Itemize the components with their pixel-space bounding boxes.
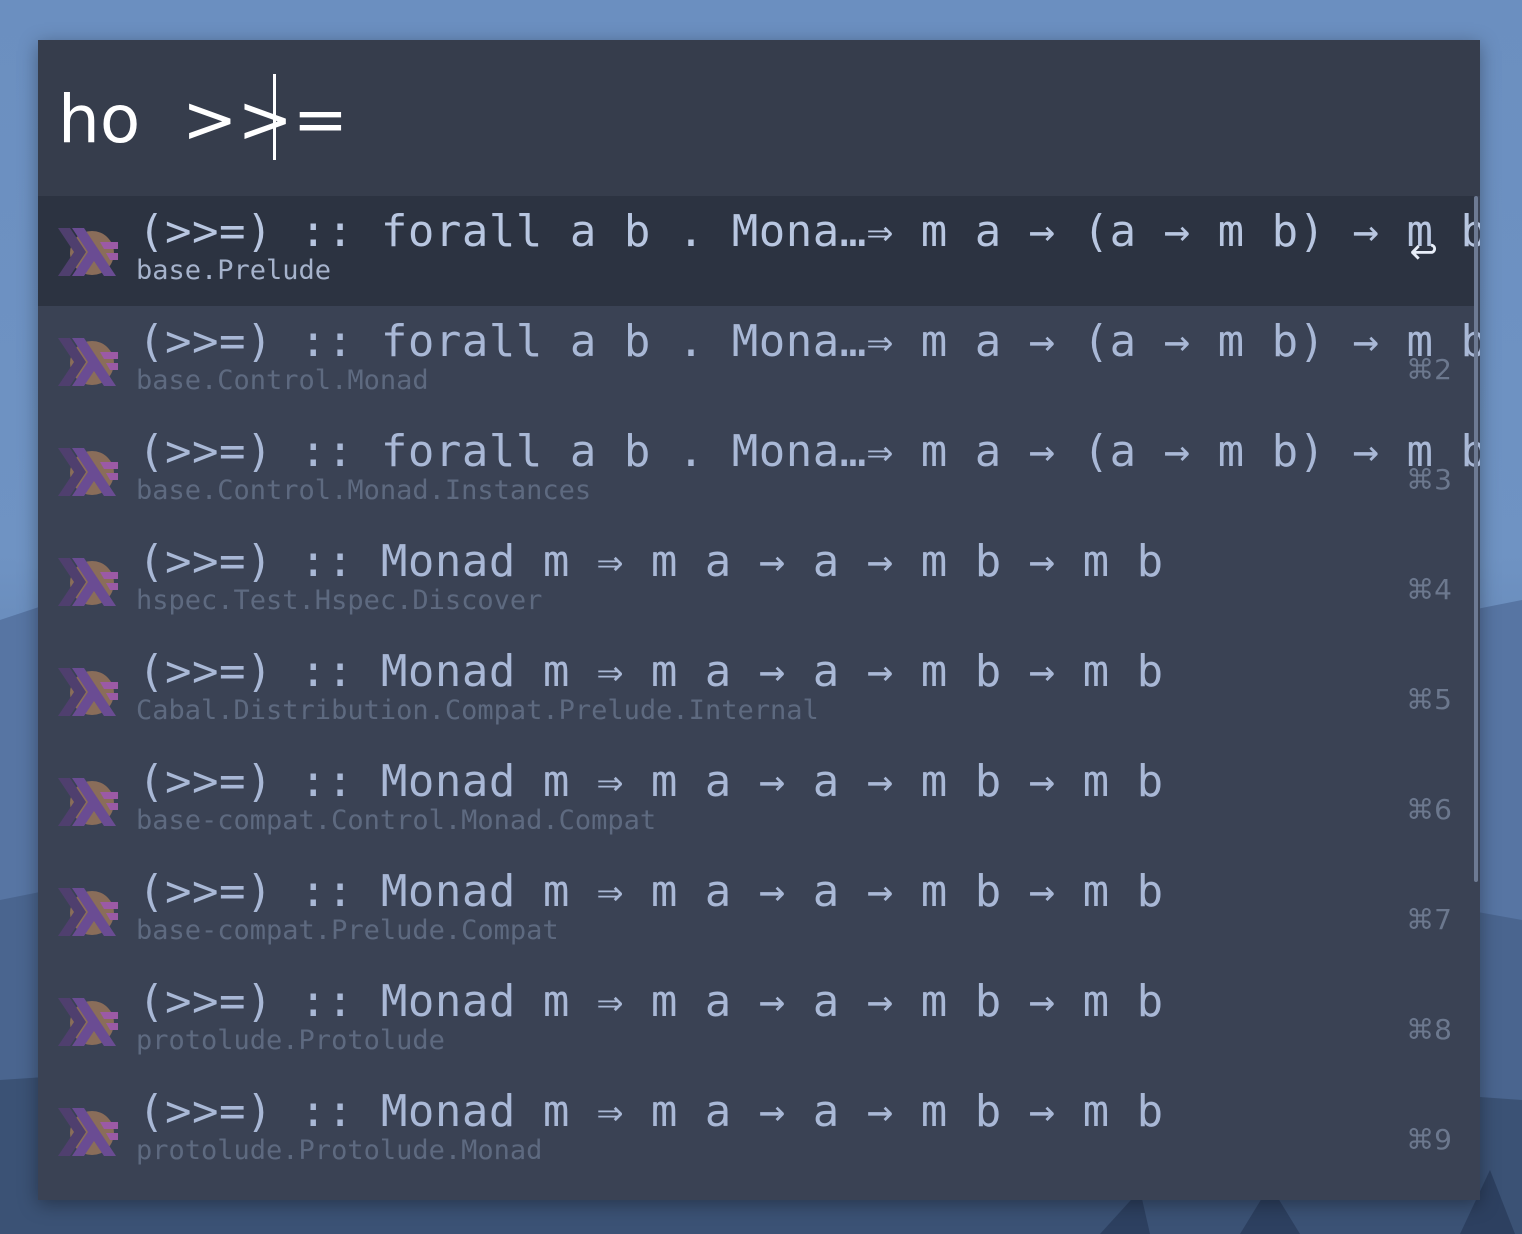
result-signature: (>>=) :: Monad m ⇒ m a → a → m b → m b [138,1086,1164,1137]
result-shortcut: ⌘2 [1406,353,1452,386]
result-shortcut: ⌘8 [1406,1013,1452,1046]
result-module: base-compat.Prelude.Compat [136,915,559,946]
result-row-4[interactable]: (>>=) :: Monad m ⇒ m a → a → m b → m b h… [38,526,1476,636]
result-signature: (>>=) :: forall a b . Mona…⇒ m a → (a → … [138,206,1480,257]
result-module: base.Control.Monad [136,365,429,396]
result-row-8[interactable]: (>>=) :: Monad m ⇒ m a → a → m b → m b p… [38,966,1476,1076]
result-shortcut: ⌘4 [1406,573,1452,606]
haskell-logo-icon [58,338,118,386]
search-bar[interactable]: ho >>= [38,40,1480,196]
result-module: protolude.Protolude.Monad [136,1135,543,1166]
haskell-logo-icon [58,228,118,276]
results-scrollbar[interactable] [1474,196,1478,882]
result-row-2[interactable]: (>>=) :: forall a b . Mona…⇒ m a → (a → … [38,306,1480,416]
result-signature: (>>=) :: forall a b . Mona…⇒ m a → (a → … [138,426,1480,477]
result-module: base.Control.Monad.Instances [136,475,592,506]
search-input[interactable]: ho >>= [58,78,348,162]
result-shortcut: ⌘5 [1406,683,1452,716]
result-signature: (>>=) :: Monad m ⇒ m a → a → m b → m b [138,976,1164,1027]
result-shortcut: ⌘7 [1406,903,1452,936]
result-row-9[interactable]: (>>=) :: Monad m ⇒ m a → a → m b → m b p… [38,1076,1476,1186]
result-signature: (>>=) :: Monad m ⇒ m a → a → m b → m b [138,536,1164,587]
result-module: base-compat.Control.Monad.Compat [136,805,657,836]
haskell-logo-icon [58,888,118,936]
text-caret [273,74,276,160]
haskell-logo-icon [58,998,118,1046]
results-list: (>>=) :: forall a b . Mona…⇒ m a → (a → … [38,196,1480,1200]
haskell-logo-icon [58,1108,118,1156]
result-signature: (>>=) :: Monad m ⇒ m a → a → m b → m b [138,866,1164,917]
result-signature: (>>=) :: Monad m ⇒ m a → a → m b → m b [138,646,1164,697]
haskell-logo-icon [58,668,118,716]
result-row-3[interactable]: (>>=) :: forall a b . Mona…⇒ m a → (a → … [38,416,1480,526]
result-row-1[interactable]: (>>=) :: forall a b . Mona…⇒ m a → (a → … [38,196,1480,306]
haskell-logo-icon [58,778,118,826]
result-row-5[interactable]: (>>=) :: Monad m ⇒ m a → a → m b → m b C… [38,636,1476,746]
result-signature: (>>=) :: Monad m ⇒ m a → a → m b → m b [138,756,1164,807]
result-module: hspec.Test.Hspec.Discover [136,585,543,616]
result-module: Cabal.Distribution.Compat.Prelude.Intern… [136,695,819,726]
haskell-logo-icon [58,558,118,606]
result-row-6[interactable]: (>>=) :: Monad m ⇒ m a → a → m b → m b b… [38,746,1476,856]
result-row-7[interactable]: (>>=) :: Monad m ⇒ m a → a → m b → m b b… [38,856,1476,966]
search-launcher-window: ho >>= (>>=) :: forall a b . Mona…⇒ m a … [38,40,1480,1200]
result-shortcut: ⌘3 [1406,463,1452,496]
result-module: protolude.Protolude [136,1025,445,1056]
result-shortcut: ⌘6 [1406,793,1452,826]
result-signature: (>>=) :: forall a b . Mona…⇒ m a → (a → … [138,316,1480,367]
result-shortcut: ⌘9 [1406,1123,1452,1156]
result-shortcut: ↩ [1409,232,1439,272]
haskell-logo-icon [58,448,118,496]
result-module: base.Prelude [136,255,332,286]
